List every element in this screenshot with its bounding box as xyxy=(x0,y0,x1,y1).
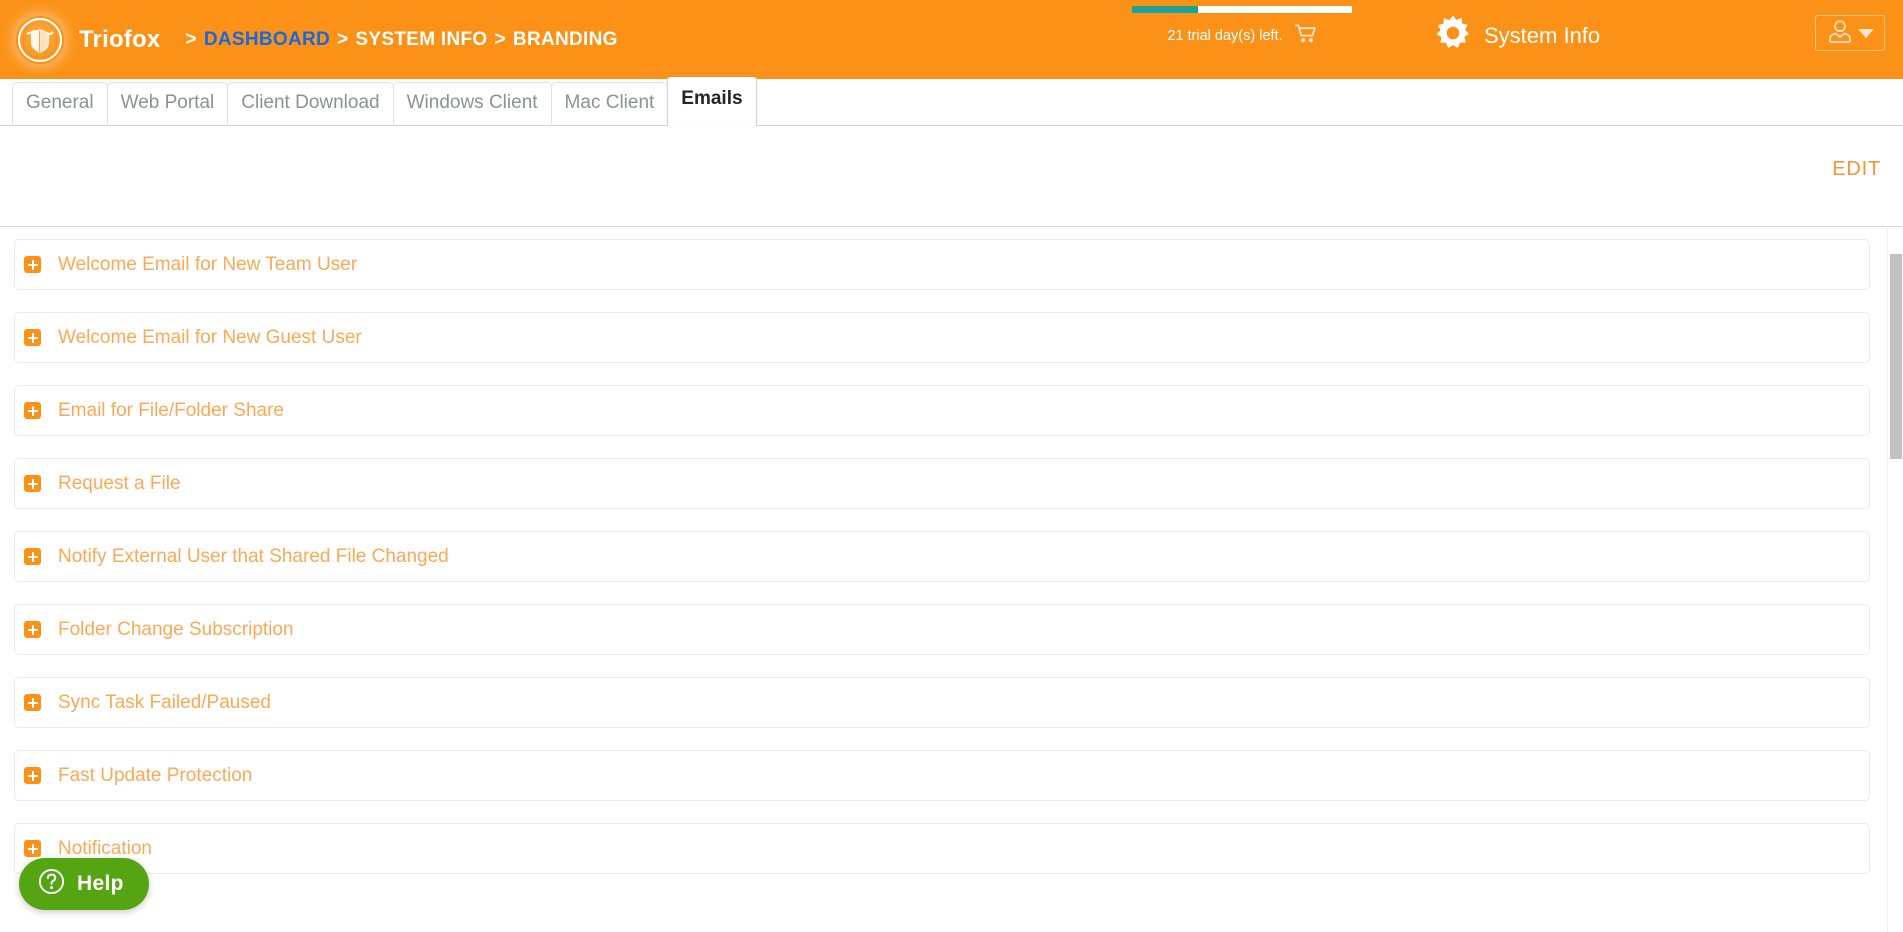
list-item[interactable]: Notification xyxy=(14,823,1870,874)
gear-icon xyxy=(1434,14,1472,57)
plus-square-icon[interactable] xyxy=(24,694,41,711)
plus-square-icon[interactable] xyxy=(24,840,41,857)
list-item[interactable]: Folder Change Subscription xyxy=(14,604,1870,655)
list-item[interactable]: Request a File xyxy=(14,458,1870,509)
list-item-label: Request a File xyxy=(58,472,181,494)
question-mark-circle-icon xyxy=(38,868,65,900)
plus-square-icon[interactable] xyxy=(24,402,41,419)
email-templates-list-container: Welcome Email for New Team User Welcome … xyxy=(0,228,1903,932)
list-item[interactable]: Fast Update Protection xyxy=(14,750,1870,801)
tab-mac-client[interactable]: Mac Client xyxy=(550,82,669,125)
system-info-button[interactable]: System Info xyxy=(1434,14,1600,57)
chevron-down-icon xyxy=(1857,28,1874,38)
help-button-label: Help xyxy=(77,872,124,895)
list-item-label: Folder Change Subscription xyxy=(58,618,294,640)
breadcrumb-item-dashboard[interactable]: DASHBOARD xyxy=(204,29,330,51)
top-bar: Triofox > DASHBOARD > SYSTEM INFO > BRAN… xyxy=(0,0,1903,79)
breadcrumb-separator-3: > xyxy=(494,28,506,50)
breadcrumb-separator-2: > xyxy=(337,28,349,50)
list-item-label: Notify External User that Shared File Ch… xyxy=(58,545,449,567)
trial-days-text: 21 trial day(s) left. xyxy=(1167,28,1283,44)
tab-web-portal[interactable]: Web Portal xyxy=(106,82,229,125)
trial-progress-bar xyxy=(1132,6,1352,13)
content-toolbar: EDIT xyxy=(0,126,1903,227)
list-item-label: Welcome Email for New Team User xyxy=(58,253,358,275)
tab-client-download[interactable]: Client Download xyxy=(227,82,394,125)
plus-square-icon[interactable] xyxy=(24,256,41,273)
trial-row: 21 trial day(s) left. xyxy=(1128,24,1356,48)
list-item-label: Welcome Email for New Guest User xyxy=(58,326,362,348)
plus-square-icon[interactable] xyxy=(24,475,41,492)
plus-square-icon[interactable] xyxy=(24,621,41,638)
trial-status: 21 trial day(s) left. xyxy=(1128,6,1356,48)
help-button[interactable]: Help xyxy=(19,858,149,910)
user-avatar-icon xyxy=(1827,18,1853,49)
triofox-globe-shield-logo[interactable] xyxy=(16,15,64,64)
list-item-label: Email for File/Folder Share xyxy=(58,399,284,421)
brand-zone: Triofox > DASHBOARD > SYSTEM INFO > BRAN… xyxy=(0,0,618,79)
tab-windows-client[interactable]: Windows Client xyxy=(392,82,552,125)
plus-square-icon[interactable] xyxy=(24,548,41,565)
breadcrumb-item-system-info[interactable]: SYSTEM INFO xyxy=(355,29,487,51)
breadcrumb-item-branding[interactable]: BRANDING xyxy=(513,29,618,51)
list-item-label: Sync Task Failed/Paused xyxy=(58,691,271,713)
tab-strip: General Web Portal Client Download Windo… xyxy=(0,74,1903,126)
edit-button[interactable]: EDIT xyxy=(1832,158,1881,181)
list-item[interactable]: Welcome Email for New Guest User xyxy=(14,312,1870,363)
plus-square-icon[interactable] xyxy=(24,767,41,784)
list-item[interactable]: Welcome Email for New Team User xyxy=(14,239,1870,290)
list-item-label: Fast Update Protection xyxy=(58,764,253,786)
brand-name[interactable]: Triofox xyxy=(79,26,160,54)
user-menu-button[interactable] xyxy=(1815,15,1885,51)
system-info-label: System Info xyxy=(1484,22,1601,48)
vertical-scrollbar[interactable] xyxy=(1887,228,1903,932)
breadcrumb-separator-1: > xyxy=(185,28,197,50)
trial-progress-fill xyxy=(1132,6,1198,13)
tab-general[interactable]: General xyxy=(12,82,108,125)
tab-list: General Web Portal Client Download Windo… xyxy=(12,74,757,126)
list-item-label: Notification xyxy=(58,837,152,859)
shopping-cart-icon[interactable] xyxy=(1293,24,1317,48)
scrollbar-thumb[interactable] xyxy=(1890,254,1902,459)
breadcrumb: > DASHBOARD > SYSTEM INFO > BRANDING xyxy=(178,29,617,51)
tab-emails[interactable]: Emails xyxy=(667,74,757,126)
email-templates-list: Welcome Email for New Team User Welcome … xyxy=(0,228,1884,896)
plus-square-icon[interactable] xyxy=(24,329,41,346)
list-item[interactable]: Email for File/Folder Share xyxy=(14,385,1870,436)
list-item[interactable]: Sync Task Failed/Paused xyxy=(14,677,1870,728)
list-item[interactable]: Notify External User that Shared File Ch… xyxy=(14,531,1870,582)
